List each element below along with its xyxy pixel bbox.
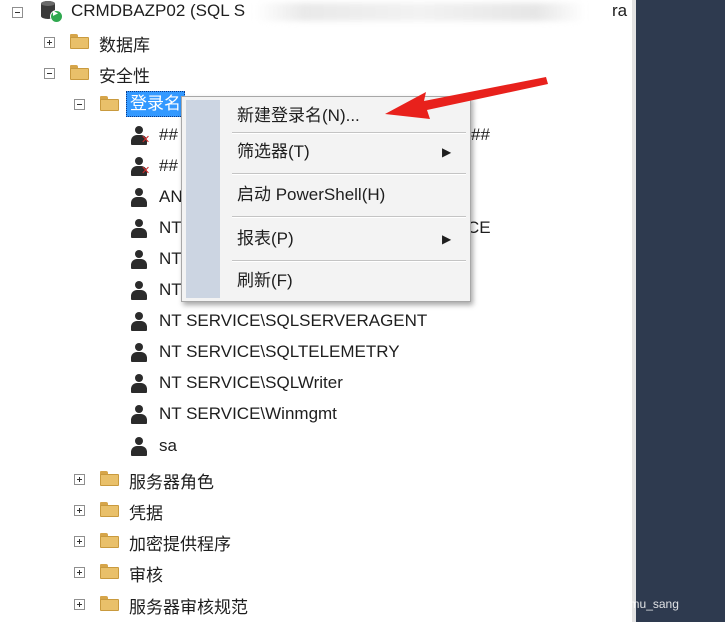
menu-item-start-powershell[interactable]: 启动 PowerShell(H) — [237, 180, 385, 210]
tree-node-label: 审核 — [129, 566, 163, 585]
expand-toggle[interactable] — [74, 505, 85, 516]
tree-node-databases[interactable]: 数据库 — [0, 27, 632, 57]
disabled-user-icon: ✕ — [130, 157, 150, 177]
tree-node-label: 凭据 — [129, 504, 163, 523]
folder-icon — [100, 471, 119, 486]
user-icon — [130, 312, 148, 332]
login-label: sa — [159, 436, 177, 455]
login-item[interactable]: NT SERVICE\SQLWriter — [0, 369, 632, 399]
menu-item-reports[interactable]: 报表(P) — [237, 224, 294, 254]
submenu-arrow-icon: ▶ — [442, 145, 452, 159]
folder-icon — [70, 34, 89, 49]
tree-node-label: 服务器审核规范 — [129, 598, 248, 617]
collapse-toggle[interactable] — [74, 99, 85, 110]
login-item[interactable]: sa — [0, 432, 632, 462]
tree-node-server-roles[interactable]: 服务器角色 — [0, 464, 632, 494]
login-label: NT SERVICE\SQLWriter — [159, 373, 343, 392]
tree-node-crypto-providers[interactable]: 加密提供程序 — [0, 526, 632, 556]
user-icon — [130, 219, 148, 239]
server-node[interactable]: CRMDBAZP02 (SQL S ra — [0, 0, 632, 27]
watermark: CSDN @mu_sang — [580, 597, 679, 611]
login-label-tail: ## — [471, 125, 490, 144]
user-icon — [130, 188, 148, 208]
submenu-arrow-icon: ▶ — [442, 232, 452, 246]
server-label-tail: ra — [612, 1, 628, 20]
collapse-toggle[interactable] — [44, 68, 55, 79]
login-label: AN — [159, 187, 183, 206]
tree-node-label: 数据库 — [99, 36, 150, 55]
tree-node-label-selected: 登录名 — [126, 91, 185, 117]
folder-icon — [70, 65, 89, 80]
user-icon — [130, 250, 148, 270]
user-icon — [130, 405, 148, 425]
tree-node-label: 服务器角色 — [129, 473, 214, 492]
tree-node-label: 加密提供程序 — [129, 535, 231, 554]
expand-toggle[interactable] — [74, 536, 85, 547]
object-explorer: CRMDBAZP02 (SQL S ra 数据库 安全性 登录名 ✕ ## ##… — [0, 0, 632, 622]
expand-toggle[interactable] — [74, 474, 85, 485]
redacted-region — [255, 3, 585, 21]
login-item[interactable]: NT SERVICE\Winmgmt — [0, 400, 632, 430]
user-icon — [130, 343, 148, 363]
folder-icon — [100, 96, 119, 111]
server-icon — [40, 0, 63, 23]
user-icon — [130, 374, 148, 394]
login-label: NT — [159, 249, 182, 268]
expand-toggle[interactable] — [74, 567, 85, 578]
login-label: ## — [159, 125, 178, 144]
expand-toggle[interactable] — [44, 37, 55, 48]
server-label: CRMDBAZP02 (SQL S — [71, 1, 246, 20]
folder-icon — [100, 533, 119, 548]
side-panel — [636, 0, 725, 622]
tree-node-label: 安全性 — [99, 67, 150, 86]
login-item[interactable]: NT SERVICE\SQLTELEMETRY — [0, 338, 632, 368]
menu-separator — [232, 173, 466, 175]
folder-icon — [100, 596, 119, 611]
login-label: ## — [159, 156, 178, 175]
login-label: NT — [159, 280, 182, 299]
disabled-user-icon: ✕ — [130, 126, 150, 146]
folder-icon — [100, 564, 119, 579]
user-icon — [130, 437, 148, 457]
collapse-toggle[interactable] — [12, 7, 23, 18]
menu-item-filter[interactable]: 筛选器(T) — [237, 137, 310, 167]
menu-separator — [232, 260, 466, 262]
tree-node-security[interactable]: 安全性 — [0, 58, 632, 88]
tree-node-audits[interactable]: 审核 — [0, 557, 632, 587]
login-label: NT SERVICE\SQLSERVERAGENT — [159, 311, 428, 330]
tree-node-server-audit-specs[interactable]: 服务器审核规范 — [0, 589, 632, 619]
context-menu: 新建登录名(N)... 筛选器(T) ▶ 启动 PowerShell(H) 报表… — [181, 96, 471, 302]
menu-separator — [232, 132, 466, 134]
menu-item-refresh[interactable]: 刷新(F) — [237, 266, 293, 296]
folder-icon — [100, 502, 119, 517]
expand-toggle[interactable] — [74, 599, 85, 610]
login-item[interactable]: NT SERVICE\SQLSERVERAGENT — [0, 307, 632, 337]
login-label: NT — [159, 218, 182, 237]
menu-icon-gutter — [186, 100, 220, 298]
menu-separator — [232, 216, 466, 218]
login-label: NT SERVICE\Winmgmt — [159, 404, 337, 423]
user-icon — [130, 281, 148, 301]
menu-item-new-login[interactable]: 新建登录名(N)... — [237, 101, 360, 131]
tree-node-credentials[interactable]: 凭据 — [0, 495, 632, 525]
login-label: NT SERVICE\SQLTELEMETRY — [159, 342, 400, 361]
